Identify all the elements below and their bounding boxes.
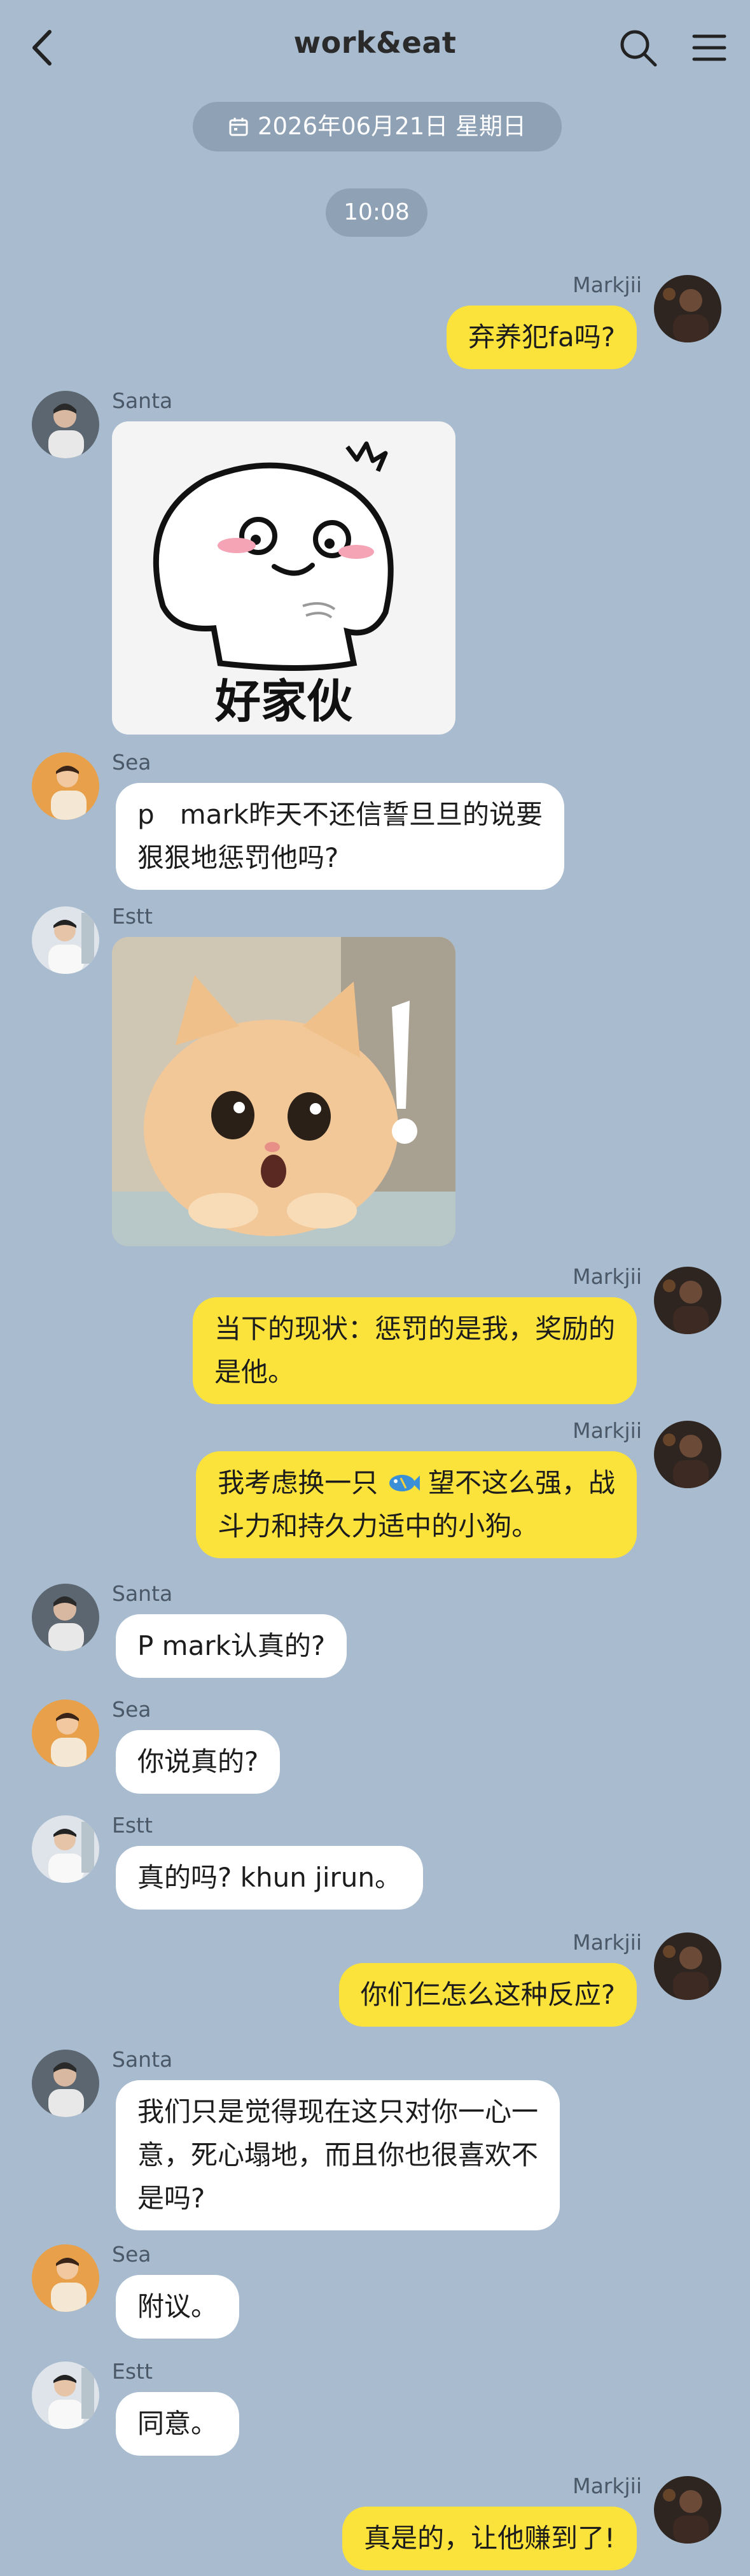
sticker-image[interactable]: 好家伙 [112,421,455,735]
sender-name: Sea [112,750,151,775]
message-bubble[interactable]: 真是的，让他赚到了! [342,2507,637,2570]
sender-name: Markjii [573,1264,642,1289]
avatar[interactable] [654,1932,721,2000]
avatar[interactable] [32,1700,99,1767]
avatar[interactable] [32,2361,99,2429]
menu-icon [692,34,726,61]
message-text-part: 我考虑换一只 [218,1467,387,1498]
message-bubble[interactable]: 附议。 [116,2275,240,2339]
sender-name: Estt [112,904,153,929]
avatar[interactable] [32,906,99,974]
message-bubble[interactable]: p mark昨天不还信誓旦旦的说要 狠狠地惩罚他吗? [116,783,564,890]
sender-name: Estt [112,1813,153,1838]
search-icon [620,30,657,67]
sender-name: Santa [112,2047,173,2072]
avatar[interactable] [654,1267,721,1334]
message-bubble[interactable]: 我考虑换一只 望不这么强，战 斗力和持久力适中的小狗。 [196,1451,637,1558]
sender-name: Sea [112,2242,151,2267]
avatar[interactable] [32,752,99,820]
avatar[interactable] [32,2050,99,2117]
avatar[interactable] [654,2476,721,2544]
sender-name: Estt [112,2359,153,2384]
menu-button[interactable] [690,29,728,67]
sender-name: Markjii [573,1930,642,1955]
sticker-caption: 好家伙 [214,675,352,728]
avatar[interactable] [32,2244,99,2312]
date-divider: 2026年06月21日 星期日 [193,102,562,151]
avatar[interactable] [32,391,99,458]
time-divider: 10:08 [326,188,427,237]
message-bubble[interactable]: 真的吗? khun jirun。 [116,1846,424,1910]
calendar-icon [229,118,248,136]
message-bubble[interactable]: P mark认真的? [116,1614,347,1678]
fish-icon [389,1475,420,1491]
message-bubble[interactable]: 弃养犯fa吗? [447,306,637,369]
message-bubble[interactable]: 同意。 [116,2392,240,2456]
message-bubble[interactable]: 我们只是觉得现在这只对你一心一 意，死心塌地，而且你也很喜欢不 是吗? [116,2080,560,2230]
sender-name: Markjii [573,272,642,297]
avatar[interactable] [32,1584,99,1651]
sticker-image[interactable] [112,937,455,1246]
sender-name: Markjii [573,2474,642,2498]
chat-header: work&eat [0,0,750,95]
search-button[interactable] [617,27,659,69]
message-bubble[interactable]: 你说真的? [116,1730,281,1794]
sender-name: Santa [112,1581,173,1606]
sender-name: Markjii [573,1418,642,1443]
sender-name: Santa [112,388,173,413]
avatar[interactable] [32,1815,99,1883]
sender-name: Sea [112,1697,151,1722]
message-bubble[interactable]: 你们仨怎么这种反应? [338,1963,637,2027]
date-text: 2026年06月21日 星期日 [257,113,527,140]
avatar[interactable] [654,1421,721,1488]
avatar[interactable] [654,275,721,342]
message-bubble[interactable]: 当下的现状：惩罚的是我，奖励的 是他。 [192,1297,637,1404]
